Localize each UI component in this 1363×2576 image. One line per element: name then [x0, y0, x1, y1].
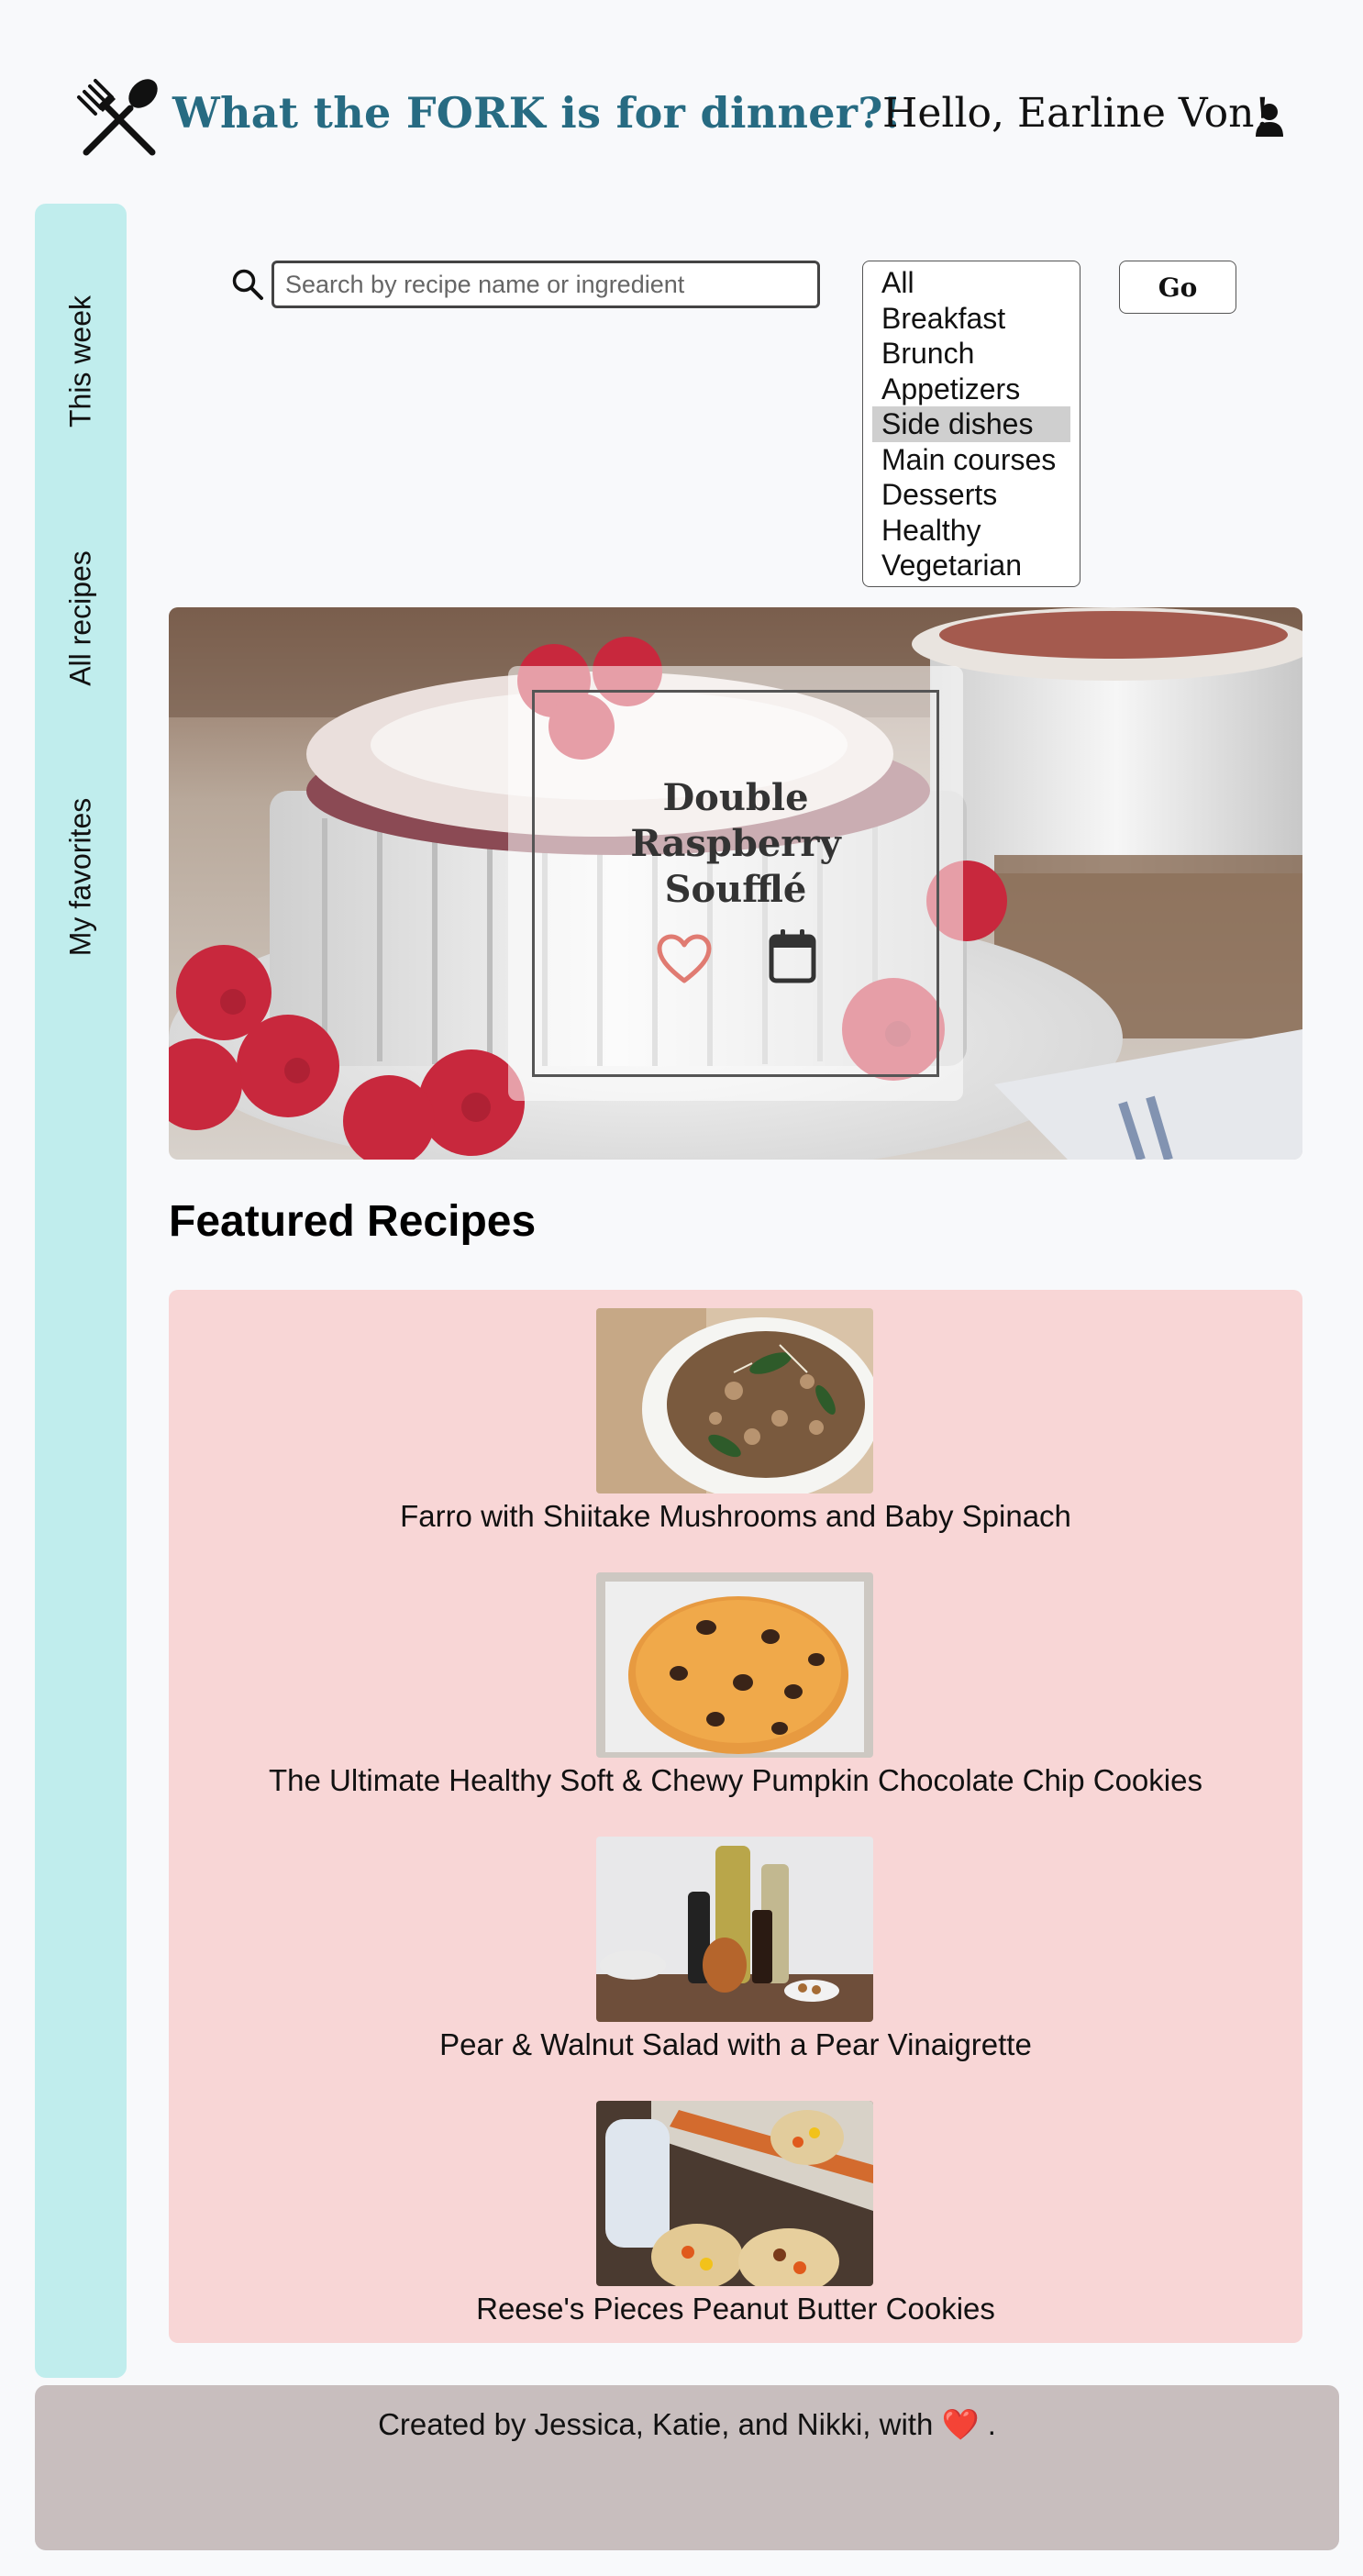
category-option[interactable]: Brunch: [872, 336, 1070, 372]
go-button[interactable]: Go: [1119, 261, 1236, 314]
hero-recipe-card: Double Raspberry Soufflé: [508, 666, 963, 1101]
category-option[interactable]: Breakfast: [872, 301, 1070, 337]
category-option[interactable]: Healthy: [872, 513, 1070, 549]
category-option[interactable]: Appetizers: [872, 372, 1070, 407]
category-option[interactable]: Side dishes: [872, 406, 1070, 442]
sidebar-item-this-week[interactable]: This week: [64, 295, 98, 427]
site-title[interactable]: What the FORK is for dinner?!: [172, 88, 902, 138]
recipe-thumbnail: [596, 1837, 873, 2022]
category-option[interactable]: Desserts: [872, 477, 1070, 513]
search-icon: [232, 269, 263, 300]
hero-title-line: Double: [662, 776, 809, 819]
sidebar-item-my-favorites[interactable]: My favorites: [64, 798, 98, 956]
recipe-thumbnail: [596, 2101, 873, 2286]
user-account-icon[interactable]: [1255, 103, 1284, 138]
recipe-thumbnail: [596, 1308, 873, 1493]
site-header: What the FORK is for dinner?! Hello, Ear…: [0, 0, 1363, 202]
footer-period: .: [987, 2407, 996, 2441]
hero-card-frame: Double Raspberry Soufflé: [532, 690, 939, 1077]
recipe-name[interactable]: Pear & Walnut Salad with a Pear Vinaigre…: [169, 2027, 1302, 2062]
category-option[interactable]: All: [872, 265, 1070, 301]
recipe-name[interactable]: Farro with Shiitake Mushrooms and Baby S…: [169, 1499, 1302, 1534]
favorite-heart-icon[interactable]: [656, 933, 713, 984]
sidebar-item-all-recipes[interactable]: All recipes: [64, 550, 98, 686]
featured-recipe-card[interactable]: The Ultimate Healthy Soft & Chewy Pumpki…: [169, 1572, 1302, 1820]
heart-emoji-icon: ❤️: [941, 2407, 980, 2441]
featured-recipes-panel: Farro with Shiitake Mushrooms and Baby S…: [169, 1290, 1302, 2343]
category-option[interactable]: Vegetarian: [872, 548, 1070, 583]
hero-title-line: Raspberry: [630, 822, 841, 865]
featured-recipe-card[interactable]: Farro with Shiitake Mushrooms and Baby S…: [169, 1308, 1302, 1556]
calendar-icon[interactable]: [768, 927, 817, 984]
search-input[interactable]: [271, 261, 820, 308]
featured-recipe-card[interactable]: Reese's Pieces Peanut Butter Cookies: [169, 2101, 1302, 2348]
footer-credits-text: Created by Jessica, Katie, and Nikki, wi…: [378, 2407, 934, 2441]
fork-spoon-logo-icon: [77, 79, 158, 156]
hero-title-line: Soufflé: [664, 868, 807, 911]
category-select[interactable]: All Breakfast Brunch Appetizers Side dishes M…: [862, 261, 1080, 587]
featured-heading: Featured Recipes: [169, 1197, 537, 1246]
recipe-name[interactable]: The Ultimate Healthy Soft & Chewy Pumpki…: [169, 1763, 1302, 1798]
site-footer: Created by Jessica, Katie, and Nikki, wi…: [35, 2385, 1339, 2550]
featured-recipe-card[interactable]: Pear & Walnut Salad with a Pear Vinaigre…: [169, 1837, 1302, 2084]
footer-credits: Created by Jessica, Katie, and Nikki, wi…: [35, 2407, 1339, 2443]
category-option[interactable]: Main courses: [872, 442, 1070, 478]
hero-recipe-title[interactable]: Double Raspberry Soufflé: [535, 775, 936, 913]
recipe-thumbnail: [596, 1572, 873, 1758]
user-greeting: Hello, Earline Von!: [882, 90, 1271, 137]
hero-recipe-banner[interactable]: Double Raspberry Soufflé: [169, 607, 1302, 1160]
sidebar-nav: This week All recipes My favorites: [35, 204, 127, 2378]
recipe-name[interactable]: Reese's Pieces Peanut Butter Cookies: [169, 2292, 1302, 2326]
